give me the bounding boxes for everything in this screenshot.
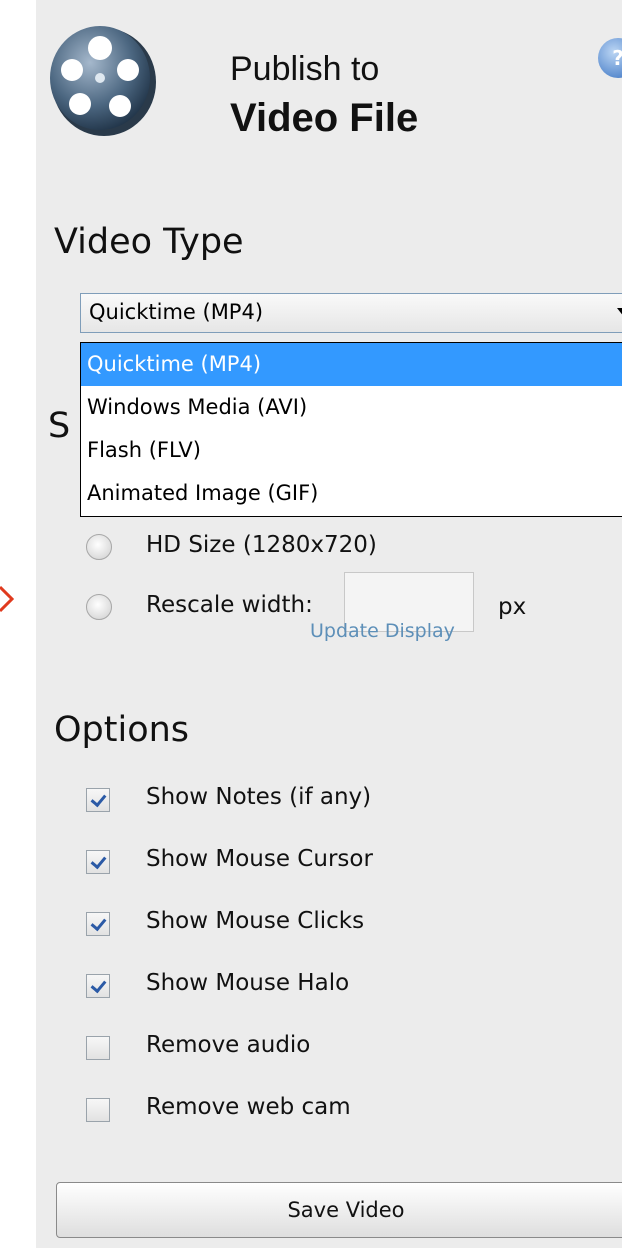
checkmark-icon	[90, 790, 107, 808]
video-type-dropdown-list: Quicktime (MP4) Windows Media (AVI) Flas…	[80, 342, 622, 517]
video-type-option[interactable]: Windows Media (AVI)	[81, 386, 622, 429]
option-label: Remove audio	[146, 1032, 311, 1058]
option-checkbox[interactable]	[86, 1036, 110, 1060]
checkmark-icon	[90, 976, 107, 994]
video-type-selected-value: Quicktime (MP4)	[89, 300, 264, 324]
hd-size-radio[interactable]	[86, 534, 112, 560]
checkmark-icon	[90, 914, 107, 932]
option-checkbox[interactable]	[86, 788, 110, 812]
hd-size-label: HD Size (1280x720)	[146, 532, 377, 558]
film-reel-icon	[50, 26, 156, 136]
rescale-width-radio[interactable]	[86, 594, 112, 620]
video-type-select[interactable]: Quicktime (MP4)	[80, 293, 622, 333]
checkmark-icon	[90, 852, 107, 870]
video-type-option[interactable]: Quicktime (MP4)	[81, 343, 622, 386]
save-video-button[interactable]: Save Video	[56, 1182, 622, 1238]
option-label: Show Mouse Halo	[146, 970, 350, 996]
option-checkbox[interactable]	[86, 1098, 110, 1122]
option-checkbox[interactable]	[86, 974, 110, 998]
option-checkbox[interactable]	[86, 850, 110, 874]
video-type-option[interactable]: Animated Image (GIF)	[81, 472, 622, 515]
update-display-link[interactable]: Update Display	[310, 620, 455, 642]
option-label: Show Mouse Clicks	[146, 908, 365, 934]
panel-title-line2: Video File	[230, 96, 419, 140]
video-type-heading: Video Type	[54, 222, 244, 262]
help-icon[interactable]: ?	[598, 38, 622, 78]
size-heading-partial: S	[48, 406, 71, 446]
rescale-width-label: Rescale width:	[146, 592, 313, 618]
publish-panel: Publish to Video File ? Video Type Quick…	[36, 0, 622, 1248]
annotation-arrow-fragment	[0, 585, 14, 613]
option-label: Remove web cam	[146, 1094, 351, 1120]
option-checkbox[interactable]	[86, 912, 110, 936]
options-heading: Options	[54, 710, 190, 750]
px-unit-label: px	[498, 594, 527, 620]
panel-title-line1: Publish to	[230, 50, 380, 88]
video-type-option[interactable]: Flash (FLV)	[81, 429, 622, 472]
option-label: Show Mouse Cursor	[146, 846, 373, 872]
dropdown-arrow-icon	[617, 308, 622, 317]
option-label: Show Notes (if any)	[146, 784, 372, 810]
